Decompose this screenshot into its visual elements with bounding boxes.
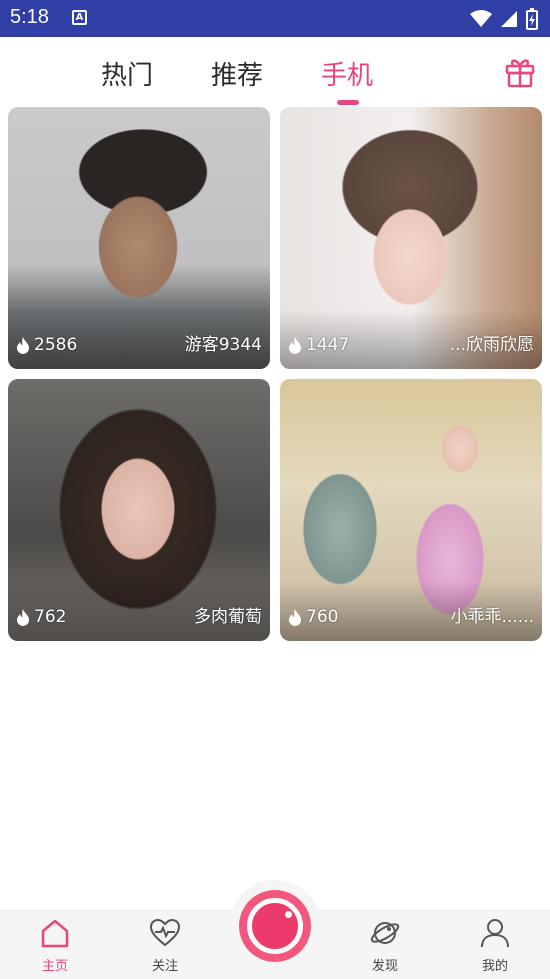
- flame-icon: [289, 336, 301, 354]
- active-tab-indicator: [337, 100, 359, 105]
- nav-mine-label: 我的: [481, 959, 508, 974]
- flame-icon: [17, 608, 29, 626]
- live-room-card[interactable]: 1447 ...欣雨欣愿: [280, 107, 542, 369]
- camera-lens-icon: [247, 898, 303, 954]
- heart-pulse-icon: [149, 918, 181, 947]
- nav-home[interactable]: 主页: [20, 917, 90, 974]
- user-icon: [481, 919, 509, 948]
- tab-hot[interactable]: 热门: [101, 55, 153, 92]
- notification-icon: A: [72, 10, 87, 25]
- signal-icon: [501, 11, 517, 27]
- go-live-button[interactable]: [239, 890, 311, 962]
- viewer-count: 762: [34, 607, 67, 627]
- wifi-icon: [470, 10, 492, 27]
- live-room-card[interactable]: 2586 游客9344: [8, 107, 270, 369]
- tab-recommend[interactable]: 推荐: [211, 55, 263, 92]
- home-icon: [41, 919, 69, 948]
- viewer-count: 760: [306, 607, 339, 627]
- nav-follow[interactable]: 关注: [130, 917, 200, 974]
- nav-follow-label: 关注: [151, 959, 178, 974]
- category-tabs: 热门 推荐 手机: [0, 37, 550, 105]
- go-live-button-wrap: [229, 880, 321, 972]
- live-room-card[interactable]: 760 小乖乖......: [280, 379, 542, 641]
- live-room-card[interactable]: 762 多肉葡萄: [8, 379, 270, 641]
- nav-home-label: 主页: [41, 959, 68, 974]
- status-bar: 5:18 A: [0, 0, 550, 37]
- nav-mine[interactable]: 我的: [460, 917, 530, 974]
- host-name: 游客9344: [184, 335, 262, 355]
- viewer-count: 1447: [306, 335, 350, 355]
- nav-discover[interactable]: 发现: [350, 917, 420, 974]
- battery-icon: [526, 8, 538, 30]
- host-name: 多肉葡萄: [194, 607, 262, 627]
- host-name: 小乖乖......: [450, 607, 534, 627]
- host-name: ...欣雨欣愿: [449, 335, 534, 355]
- nav-discover-label: 发现: [371, 959, 398, 974]
- flame-icon: [289, 608, 301, 626]
- status-time: 5:18: [10, 6, 49, 28]
- tab-phone[interactable]: 手机: [321, 55, 373, 92]
- flame-icon: [17, 336, 29, 354]
- viewer-count: 2586: [34, 335, 78, 355]
- planet-icon: [370, 922, 400, 944]
- gift-icon[interactable]: [504, 56, 536, 88]
- system-icons: [470, 8, 538, 30]
